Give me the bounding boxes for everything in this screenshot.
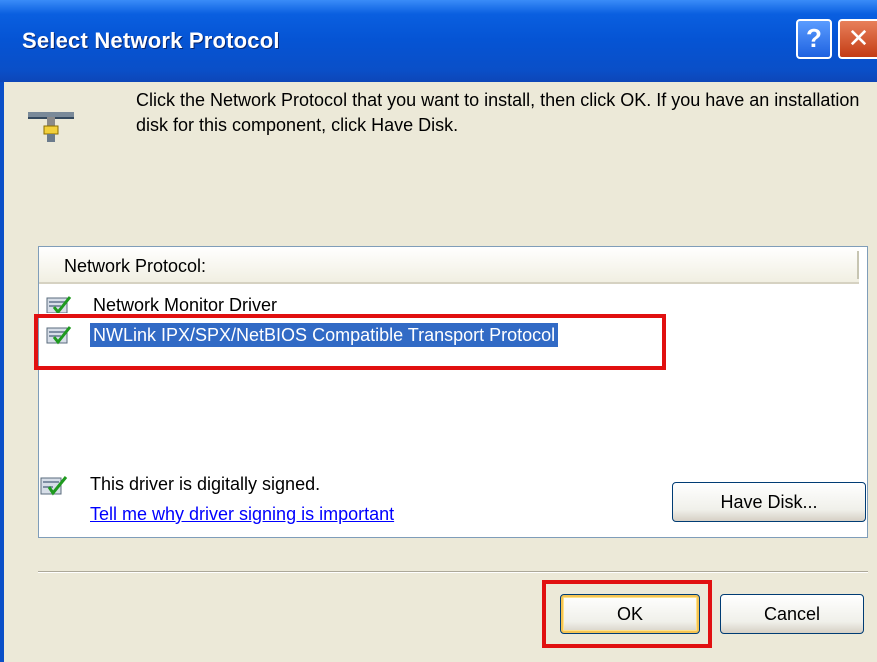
have-disk-button[interactable]: Have Disk... — [672, 482, 866, 522]
instruction-text: Click the Network Protocol that you want… — [136, 90, 860, 135]
dialog-body: Click the Network Protocol that you want… — [0, 82, 877, 662]
signed-driver-icon — [40, 476, 68, 496]
title-bar[interactable]: Select Network Protocol ? ✕ — [0, 0, 877, 82]
list-item-network-monitor-driver[interactable]: Network Monitor Driver — [44, 293, 644, 313]
close-button[interactable]: ✕ — [838, 19, 877, 59]
driver-signing-link[interactable]: Tell me why driver signing is important — [90, 504, 394, 525]
highlight-box-selected-item — [34, 314, 666, 370]
list-item-label: Network Monitor Driver — [93, 295, 278, 313]
column-header[interactable]: Network Protocol: — [39, 247, 859, 284]
cancel-label: Cancel — [763, 604, 821, 624]
highlight-box-ok-button — [542, 580, 712, 648]
window-title: Select Network Protocol — [22, 28, 280, 53]
column-header-label: Network Protocol: — [64, 256, 207, 276]
help-button[interactable]: ? — [796, 19, 832, 59]
separator — [38, 571, 868, 573]
protocol-icon — [46, 296, 72, 313]
cancel-button[interactable]: Cancel — [720, 594, 864, 634]
have-disk-label: Have Disk... — [720, 492, 818, 512]
signing-status-text: This driver is digitally signed. — [90, 474, 321, 494]
network-protocol-icon — [28, 112, 74, 142]
column-resize-handle[interactable] — [857, 251, 859, 279]
